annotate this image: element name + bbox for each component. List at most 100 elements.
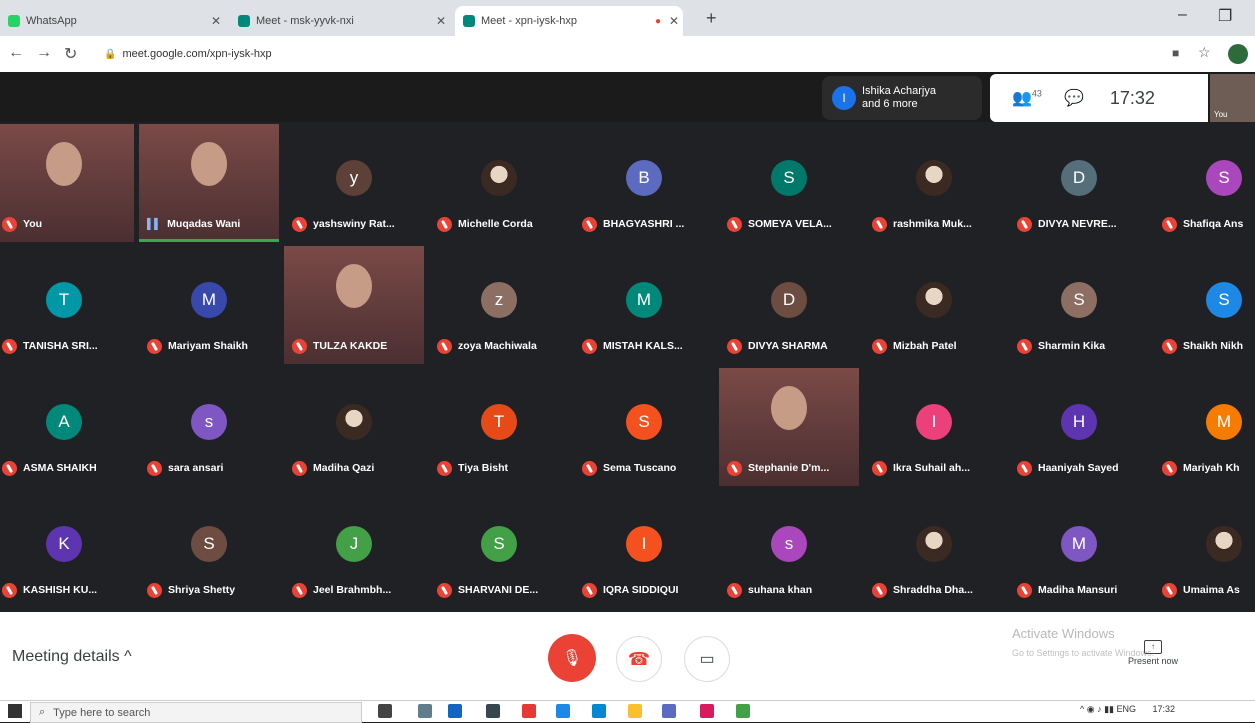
participant-tile[interactable]: S SOMEYA VELA...	[719, 124, 859, 242]
participant-tile[interactable]: J Jeel Brahmbh...	[284, 490, 424, 608]
participant-tile[interactable]: T Tiya Bisht	[429, 368, 569, 486]
participant-name-row: Haaniyah Sayed	[1017, 460, 1119, 476]
participant-tile[interactable]: S SHARVANI DE...	[429, 490, 569, 608]
participant-tile[interactable]: S Shaikh Nikh	[1154, 246, 1255, 364]
camera-toggle-button[interactable]: ▭	[684, 636, 730, 682]
muted-mic-icon	[437, 582, 452, 598]
profile-avatar[interactable]	[1228, 44, 1248, 64]
muted-mic-icon	[872, 338, 887, 354]
participant-tile[interactable]: s suhana khan	[719, 490, 859, 608]
participant-name: You	[23, 218, 43, 230]
bookmark-star-icon[interactable]: ☆	[1198, 44, 1211, 61]
participant-tile[interactable]: Shraddha Dha...	[864, 490, 1004, 608]
participant-tile[interactable]: rashmika Muk...	[864, 124, 1004, 242]
participant-tile[interactable]: I Ikra Suhail ah...	[864, 368, 1004, 486]
sheets-icon[interactable]	[736, 704, 750, 718]
store-icon[interactable]	[486, 704, 500, 718]
restore-button[interactable]: ❐	[1218, 6, 1232, 26]
muted-mic-icon	[872, 460, 887, 476]
participant-tile[interactable]: T TANISHA SRI...	[0, 246, 134, 364]
participant-tile[interactable]: TULZA KAKDE	[284, 246, 424, 364]
leave-call-button[interactable]: ☎	[616, 636, 662, 682]
close-icon[interactable]: ✕	[432, 14, 450, 28]
muted-mic-icon	[1162, 460, 1177, 476]
close-icon[interactable]: ✕	[665, 14, 683, 28]
participant-name: Haaniyah Sayed	[1038, 462, 1119, 474]
mic-toggle-button[interactable]: 🎙	[548, 634, 596, 682]
present-now-label: Present now	[1127, 656, 1179, 666]
windows-start-icon[interactable]	[8, 704, 22, 718]
participant-name-row: IQRA SIDDIQUI	[582, 582, 678, 598]
participant-tile[interactable]: z zoya Machiwala	[429, 246, 569, 364]
participant-tile[interactable]: M Mariyah Kh	[1154, 368, 1255, 486]
participant-tile[interactable]: D DIVYA NEVRE...	[1009, 124, 1149, 242]
participant-tile[interactable]: Madiha Qazi	[284, 368, 424, 486]
participant-tile[interactable]: S Sharmin Kika	[1009, 246, 1149, 364]
participant-name: BHAGYASHRI ...	[603, 218, 685, 230]
participant-tile[interactable]: y yashswiny Rat...	[284, 124, 424, 242]
file-explorer-icon[interactable]	[448, 704, 462, 718]
participant-tile[interactable]: D DIVYA SHARMA	[719, 246, 859, 364]
participant-avatar: J	[336, 526, 372, 562]
tablet-icon[interactable]	[418, 704, 432, 718]
participant-tile[interactable]: Umaima As	[1154, 490, 1255, 608]
url-text: meet.google.com/xpn-iysk-hxp	[122, 48, 272, 60]
participant-tile[interactable]: H Haaniyah Sayed	[1009, 368, 1149, 486]
mail-icon[interactable]	[556, 704, 570, 718]
app-icon[interactable]	[522, 704, 536, 718]
chrome-icon[interactable]	[628, 704, 642, 718]
participant-tile[interactable]: S Sema Tuscano	[574, 368, 714, 486]
photos-icon[interactable]	[662, 704, 676, 718]
tab-whatsapp[interactable]: WhatsApp ✕	[0, 6, 225, 36]
participant-tile[interactable]: M MISTAH KALS...	[574, 246, 714, 364]
participant-tile[interactable]: B BHAGYASHRI ...	[574, 124, 714, 242]
meeting-details-button[interactable]: Meeting details ^	[12, 648, 132, 666]
reload-icon[interactable]: ↻	[64, 44, 77, 64]
participant-tile[interactable]: You	[0, 124, 134, 242]
participant-tile[interactable]: M Mariyam Shaikh	[139, 246, 279, 364]
participant-tile[interactable]: S Shafiqa Ans	[1154, 124, 1255, 242]
participant-tile[interactable]: I IQRA SIDDIQUI	[574, 490, 714, 608]
chat-icon[interactable]: 💬	[1064, 88, 1084, 108]
task-view-icon[interactable]	[378, 704, 392, 718]
participant-tile[interactable]: Mizbah Patel	[864, 246, 1004, 364]
notification-line2: and 6 more	[862, 98, 918, 110]
participant-avatar: A	[46, 404, 82, 440]
new-tab-button[interactable]: +	[706, 8, 717, 29]
tab-meet-msk[interactable]: Meet - msk-yyvk-nxi ✕	[230, 6, 450, 36]
muted-mic-icon	[582, 338, 597, 354]
participant-name: Mizbah Patel	[893, 340, 957, 352]
people-icon[interactable]: 👥43	[1012, 88, 1042, 108]
minimize-button[interactable]: –	[1178, 6, 1187, 24]
muted-mic-icon	[1162, 338, 1177, 354]
participant-tile[interactable]: ▌▌ Muqadas Wani	[139, 124, 279, 242]
url-field[interactable]: 🔒 meet.google.com/xpn-iysk-hxp	[104, 42, 1164, 66]
participant-tile[interactable]: K KASHISH KU...	[0, 490, 134, 608]
join-notification[interactable]: I Ishika Acharjya and 6 more	[822, 76, 982, 120]
self-preview[interactable]: You	[1210, 74, 1255, 122]
present-now-button[interactable]: ↑ Present now	[1118, 640, 1188, 666]
participant-tile[interactable]: A ASMA SHAIKH	[0, 368, 134, 486]
close-icon[interactable]: ✕	[207, 14, 225, 28]
participant-tile[interactable]: S Shriya Shetty	[139, 490, 279, 608]
participant-tile[interactable]: Michelle Corda	[429, 124, 569, 242]
participant-name-row: Umaima As	[1162, 582, 1240, 598]
taskbar-search[interactable]: ⌕ Type here to search	[30, 702, 362, 723]
taskbar-clock: 17:32	[1152, 704, 1176, 714]
muted-mic-icon	[2, 216, 17, 232]
back-icon[interactable]: ←	[8, 44, 24, 62]
system-tray[interactable]: ^ ◉ ♪ ▮▮ ENG 17:32	[1080, 704, 1175, 715]
forward-icon[interactable]: →	[36, 44, 52, 62]
participant-name: Ikra Suhail ah...	[893, 462, 971, 474]
tab-meet-xpn[interactable]: Meet - xpn-iysk-hxp ● ✕	[455, 6, 683, 36]
participant-tile[interactable]: M Madiha Mansuri	[1009, 490, 1149, 608]
participant-tile[interactable]: s sara ansari	[139, 368, 279, 486]
participant-name-row: Mariyam Shaikh	[147, 338, 248, 354]
muted-mic-icon	[2, 582, 17, 598]
edge-icon[interactable]	[592, 704, 606, 718]
tab-title: WhatsApp	[26, 15, 77, 27]
participant-name-row: Madiha Qazi	[292, 460, 374, 476]
participant-tile[interactable]: Stephanie D'm...	[719, 368, 859, 486]
camera-indicator-icon[interactable]: ■	[1172, 46, 1179, 60]
media-icon[interactable]	[700, 704, 714, 718]
